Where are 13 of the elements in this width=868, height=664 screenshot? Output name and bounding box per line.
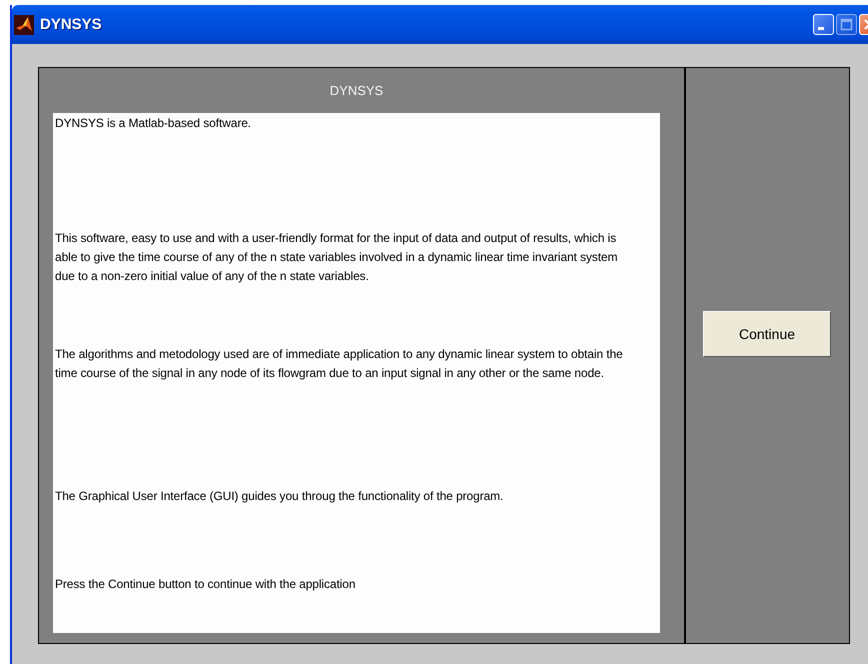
paragraph: The Graphical User Interface (GUI) guides you throug the functionality of the program. (55, 488, 504, 505)
continue-button[interactable]: Continue (703, 311, 831, 357)
paragraph: DYNSYS is a Matlab-based software. (55, 115, 252, 132)
paragraph: This software, easy to use and with a user-friendly format for the input of data and output of results, which is able to give the time course of any of the n state variables involved in a dynamic linear time invariant system due to a non-zero initial value of any of the n state variables. (55, 230, 619, 285)
app-icon (14, 14, 34, 34)
panel-title: DYNSYS (330, 83, 384, 98)
window-title: DYNSYS (40, 16, 103, 33)
paragraph: Press the Continue button to continue with the application (55, 576, 356, 593)
maximize-icon (839, 17, 854, 32)
minimize-icon (818, 27, 824, 30)
minimize-button[interactable] (813, 14, 834, 35)
paragraph: The algorithms and metodology used are of immediate application to any dynamic linear system to obtain the time course of the signal in any node of its flowgram due to an input signal in any other or the same node. (55, 346, 624, 382)
maximize-button[interactable] (836, 14, 857, 35)
